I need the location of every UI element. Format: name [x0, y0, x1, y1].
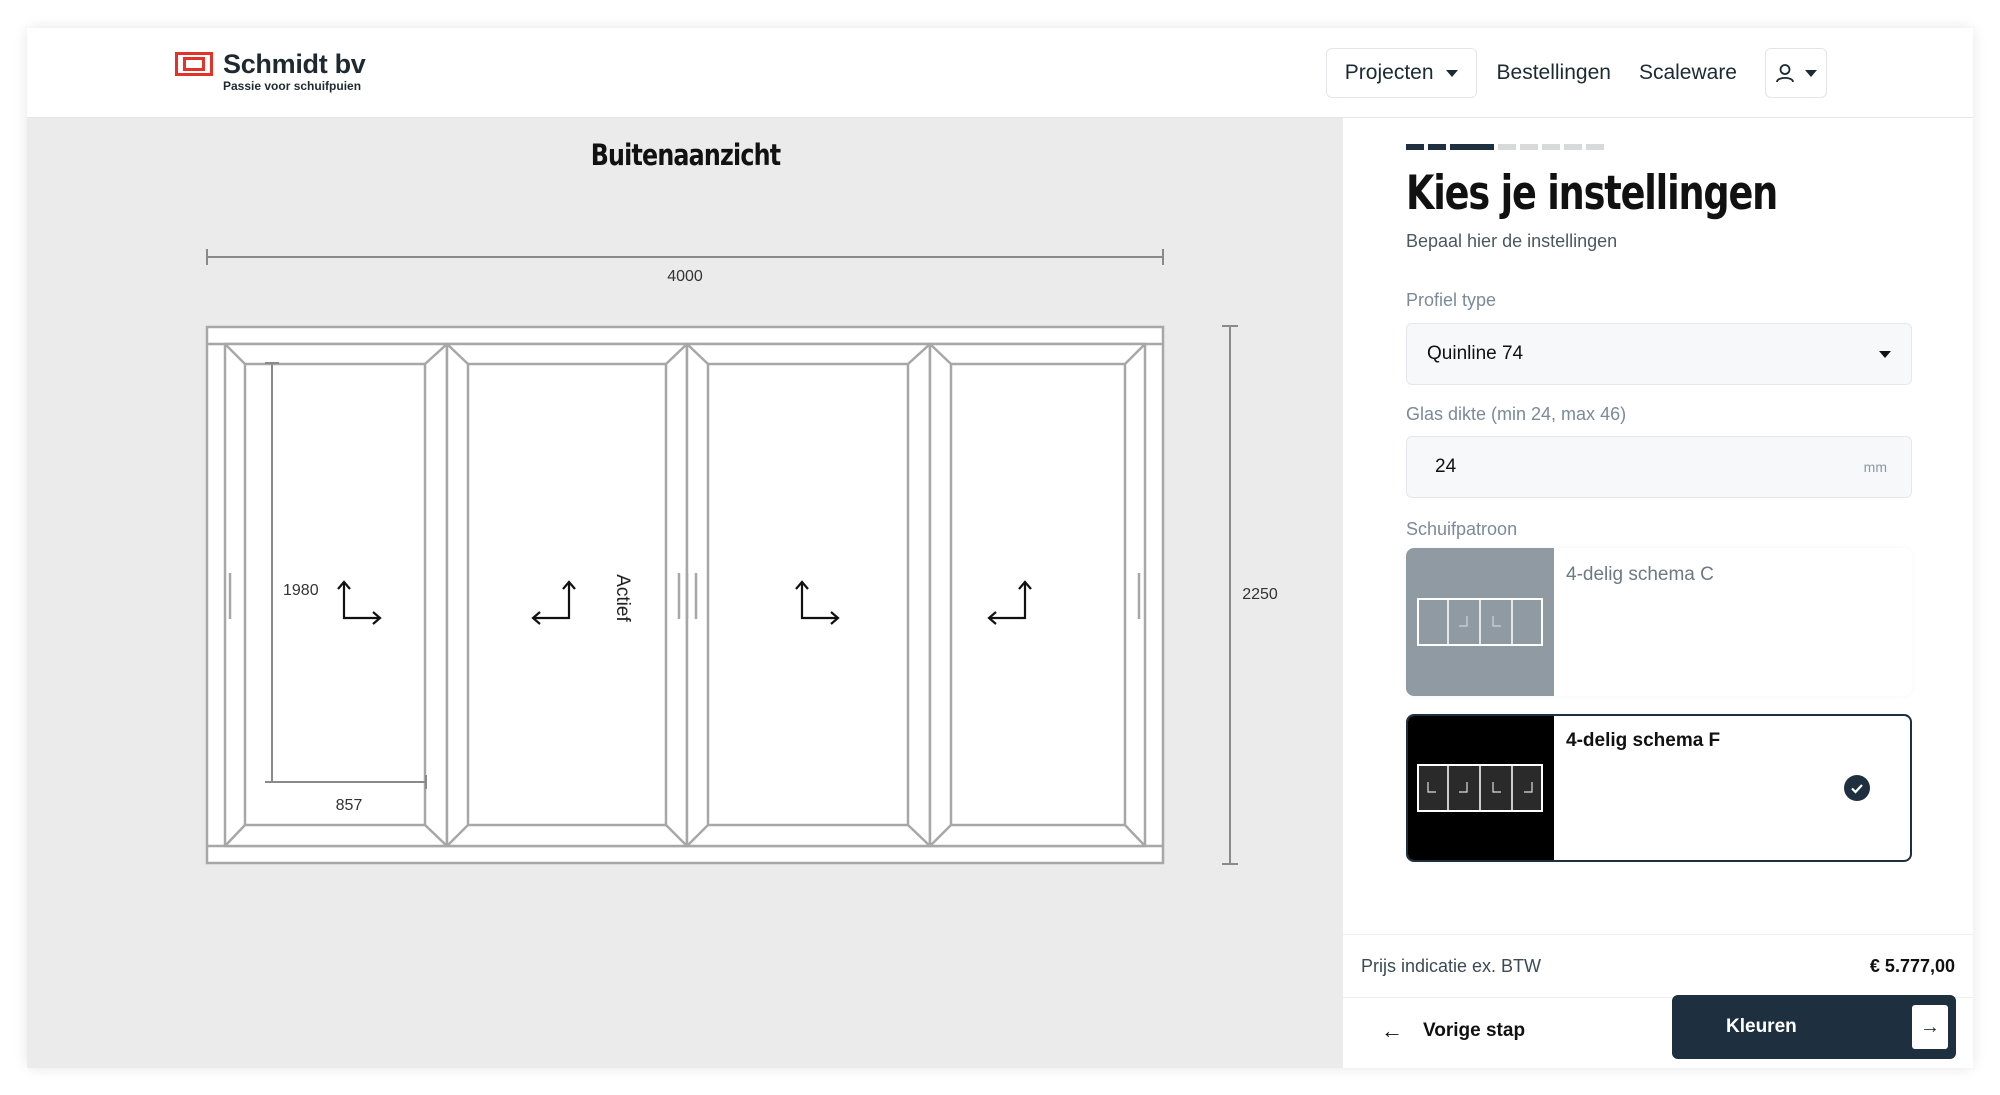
- settings-panel: Kies je instellingen Bepaal hier de inst…: [1343, 118, 1973, 1068]
- step-indicator: [1542, 144, 1560, 150]
- next-step-label: Kleuren: [1726, 1016, 1797, 1037]
- next-step-button[interactable]: Kleuren →: [1672, 995, 1956, 1059]
- step-indicator: [1498, 144, 1516, 150]
- chevron-down-icon: [1445, 69, 1458, 77]
- panel-title: Kies je instellingen: [1406, 166, 1778, 221]
- glass-thickness-value: 24: [1435, 456, 1457, 477]
- glass-thickness-input[interactable]: 24 mm: [1406, 436, 1912, 498]
- pattern-c-diagram: [1417, 598, 1543, 646]
- panel-height-text: 1980: [283, 582, 319, 599]
- glass-thickness-label: Glas dikte (min 24, max 46): [1406, 404, 1627, 424]
- step-indicator: [1520, 144, 1538, 150]
- active-panel-label: Actief: [612, 574, 633, 622]
- pattern-option-f[interactable]: 4-delig schema F: [1406, 714, 1912, 862]
- profile-type-select[interactable]: Quinline 74: [1406, 323, 1912, 385]
- nav-scaleware-link[interactable]: Scaleware: [1639, 61, 1737, 85]
- selected-check-icon: [1844, 775, 1870, 801]
- previous-step-button[interactable]: ← Vorige stap: [1381, 1018, 1525, 1044]
- panel-width-text: 857: [336, 797, 363, 814]
- chevron-down-icon: [1879, 350, 1891, 358]
- door-drawing: 4000 2250 1980 857 Actief: [205, 249, 1278, 865]
- app-window: Schmidt bv Passie voor schuifpuien Proje…: [27, 28, 1973, 1068]
- previous-step-label: Vorige stap: [1423, 1020, 1526, 1041]
- logo-icon: [175, 52, 217, 82]
- step-indicator: [1406, 144, 1424, 150]
- height-dimension-text: 2250: [1242, 586, 1278, 603]
- width-dimension-text: 4000: [667, 268, 703, 285]
- pattern-option-c[interactable]: 4-delig schema C: [1406, 548, 1912, 696]
- user-menu-button[interactable]: [1765, 48, 1827, 98]
- chevron-down-icon: [1805, 69, 1817, 77]
- door-panels: [223, 342, 1147, 848]
- step-indicator: [1564, 144, 1582, 150]
- step-indicator-current: [1450, 144, 1494, 150]
- step-progress: [1406, 144, 1608, 150]
- arrow-right-icon: →: [1912, 1005, 1948, 1049]
- outside-view-canvas: Buitenaanzicht 4000 2250 1980 857 Actief: [27, 118, 1343, 1068]
- pattern-f-thumbnail: [1408, 716, 1554, 860]
- pattern-c-label: 4-delig schema C: [1566, 564, 1714, 585]
- profile-type-label: Profiel type: [1406, 290, 1497, 310]
- glass-thickness-unit: mm: [1863, 459, 1887, 475]
- pattern-c-thumbnail: [1406, 548, 1554, 696]
- slide-pattern-label: Schuifpatroon: [1406, 519, 1518, 539]
- profile-type-value: Quinline 74: [1427, 343, 1524, 364]
- step-indicator: [1586, 144, 1604, 150]
- price-indication-row: Prijs indicatie ex. BTW € 5.777,00: [1343, 934, 1973, 998]
- pattern-f-label: 4-delig schema F: [1566, 730, 1721, 751]
- step-indicator: [1428, 144, 1446, 150]
- nav-orders-link[interactable]: Bestellingen: [1497, 61, 1611, 85]
- brand-tagline: Passie voor schuifpuien: [223, 79, 362, 93]
- brand-logo[interactable]: Schmidt bv Passie voor schuifpuien: [175, 50, 366, 93]
- projects-label: Projecten: [1344, 61, 1434, 84]
- main-nav: Projecten Bestellingen Scaleware: [1325, 48, 1973, 98]
- height-dimension-line: [1222, 325, 1238, 865]
- pattern-f-diagram: [1417, 764, 1543, 812]
- user-icon: [1776, 64, 1794, 83]
- price-label: Prijs indicatie ex. BTW: [1361, 955, 1542, 976]
- price-value: € 5.777,00: [1869, 955, 1955, 976]
- brand-name: Schmidt bv: [223, 49, 366, 79]
- width-dimension-line: [206, 249, 1164, 265]
- panel-subtitle: Bepaal hier de instellingen: [1406, 231, 1618, 251]
- projects-dropdown[interactable]: Projecten: [1325, 48, 1477, 98]
- top-header: Schmidt bv Passie voor schuifpuien Proje…: [27, 28, 1973, 118]
- arrow-left-icon: ←: [1381, 1018, 1403, 1043]
